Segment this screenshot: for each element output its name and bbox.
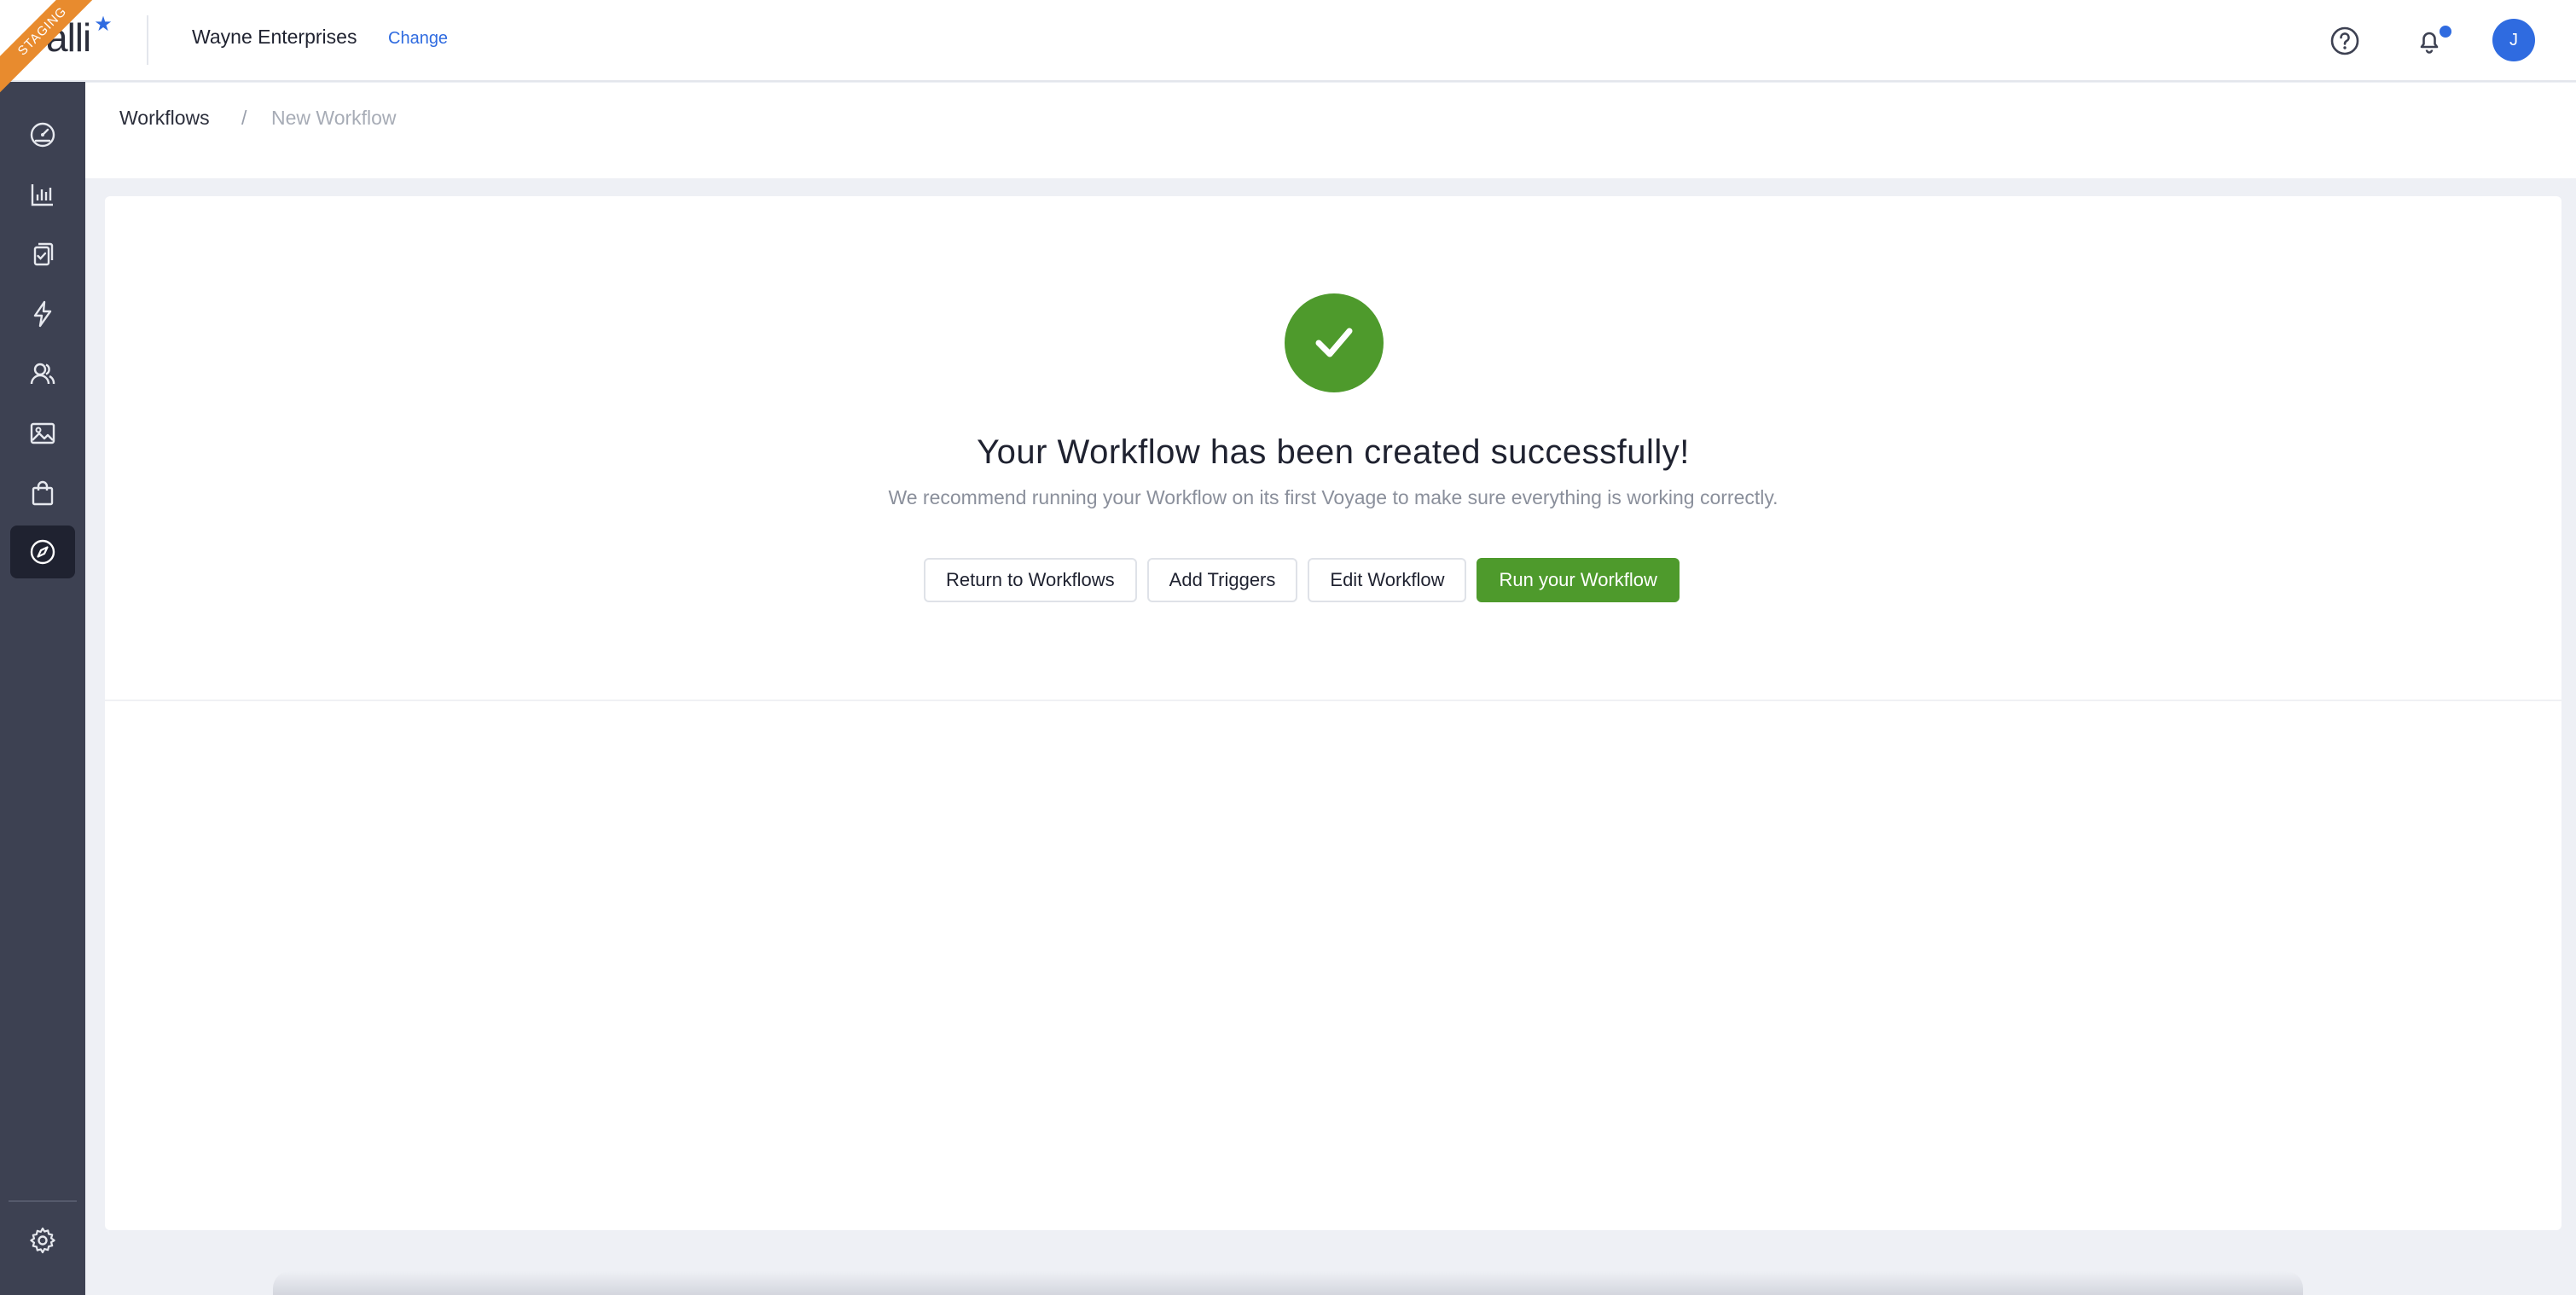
sidebar-item-store[interactable]: [10, 467, 75, 520]
notification-badge: [2438, 24, 2453, 39]
sidebar-item-tasks[interactable]: [10, 228, 75, 281]
breadcrumb-separator: /: [241, 107, 247, 129]
organization-name: Wayne Enterprises: [192, 26, 357, 48]
sidebar-item-workflows[interactable]: [10, 526, 75, 578]
sidebar-item-settings[interactable]: [10, 1214, 75, 1267]
success-card: Your Workflow has been created successfu…: [105, 196, 2561, 1230]
help-icon[interactable]: [2324, 20, 2365, 61]
breadcrumb: Workflows / New Workflow: [85, 83, 2576, 178]
user-avatar[interactable]: J: [2492, 19, 2535, 61]
lightning-icon: [33, 300, 52, 328]
users-icon: [30, 363, 55, 385]
gear-icon: [30, 1227, 55, 1254]
success-subtitle: We recommend running your Workflow on it…: [888, 486, 1778, 508]
breadcrumb-current: New Workflow: [271, 107, 397, 129]
add-triggers-button[interactable]: Add Triggers: [1146, 558, 1298, 602]
top-header: STAGING alli ★ Wayne Enterprises Change …: [0, 0, 2576, 94]
sidebar-item-users[interactable]: [10, 347, 75, 400]
sidebar-item-dashboard[interactable]: [10, 108, 75, 161]
image-icon: [30, 422, 55, 444]
dashboard-gauge-icon: [30, 122, 55, 148]
breadcrumb-workflows-link[interactable]: Workflows: [119, 107, 210, 130]
bar-chart-icon: [31, 184, 53, 206]
clipboard-check-icon: [33, 242, 54, 266]
header-divider: [147, 15, 148, 65]
edit-workflow-button[interactable]: Edit Workflow: [1308, 558, 1467, 602]
action-buttons: Return to Workflows Add Triggers Edit Wo…: [924, 558, 1680, 602]
star-icon: ★: [94, 13, 113, 36]
staging-label: STAGING: [0, 0, 94, 94]
card-divider: [105, 700, 2561, 701]
sidebar-item-analytics[interactable]: [10, 168, 75, 221]
success-title: Your Workflow has been created successfu…: [977, 433, 1690, 471]
shopping-bag-icon: [32, 480, 54, 506]
bottom-shadow: [273, 1271, 2303, 1295]
staging-ribbon: STAGING: [0, 0, 94, 94]
compass-icon: [30, 539, 55, 565]
change-organization-link[interactable]: Change: [388, 29, 448, 49]
sidebar-item-automations[interactable]: [10, 287, 75, 340]
run-workflow-button[interactable]: Run your Workflow: [1477, 558, 1680, 602]
sidebar: [0, 82, 85, 1295]
sidebar-item-media[interactable]: [10, 407, 75, 460]
success-check-icon: [1285, 293, 1384, 392]
sidebar-divider: [9, 1200, 77, 1202]
return-to-workflows-button[interactable]: Return to Workflows: [924, 558, 1137, 602]
